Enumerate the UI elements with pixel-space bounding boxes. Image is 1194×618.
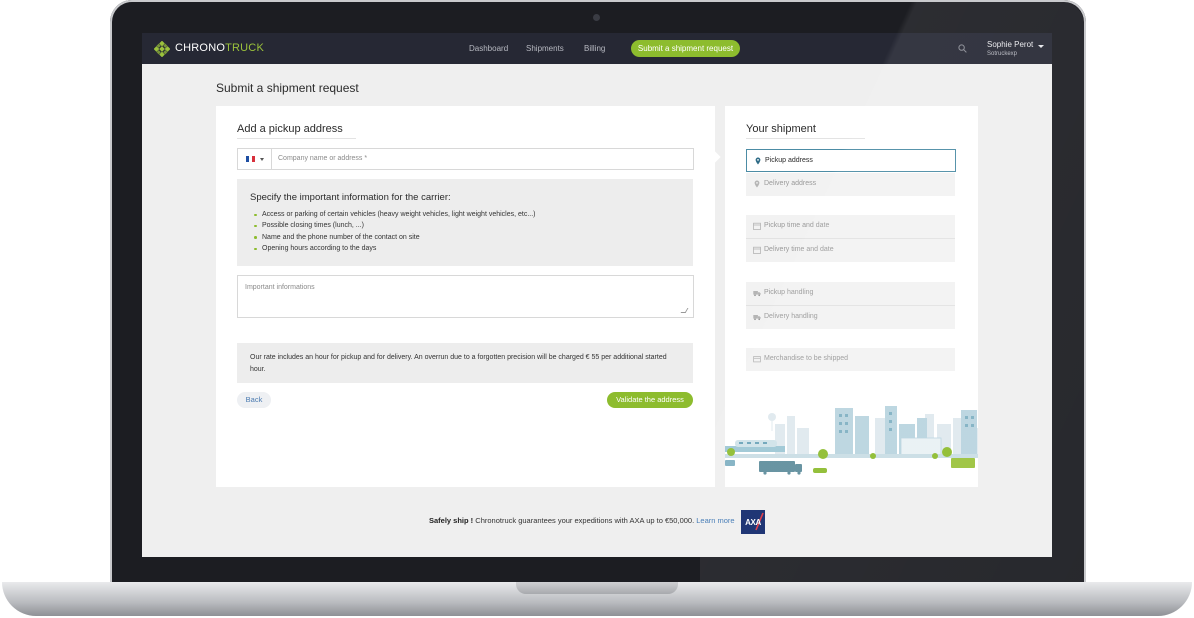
field-label: Pickup time and date	[764, 222, 830, 229]
submit-shipment-request-button[interactable]: Submit a shipment request	[631, 40, 740, 57]
user-name[interactable]: Sophie Perot	[987, 40, 1033, 49]
field-label: Pickup address	[765, 157, 813, 164]
page-title: Submit a shipment request	[216, 81, 359, 95]
calendar-icon	[753, 222, 761, 230]
pickup-handling-field[interactable]: Pickup handling	[746, 282, 955, 306]
shipment-summary-card: Your shipment Pickup address Delivery ad…	[725, 106, 978, 487]
pickup-card: Add a pickup address Company name or add…	[216, 106, 715, 487]
list-item: Name and the phone number of the contact…	[254, 232, 536, 243]
pickup-address-field[interactable]: Pickup address	[746, 149, 956, 172]
footer-bold: Safely ship !	[429, 516, 474, 525]
chevron-down-icon[interactable]	[1038, 45, 1044, 48]
delivery-time-field[interactable]: Delivery time and date	[746, 239, 955, 262]
camera-dot	[593, 14, 600, 21]
axa-badge-text: AXA	[745, 518, 761, 527]
rate-notice: Our rate includes an hour for pickup and…	[250, 354, 667, 373]
textarea-placeholder: Important informations	[245, 284, 315, 291]
address-placeholder: Company name or address *	[278, 155, 368, 162]
title-underline	[746, 138, 865, 139]
title-underline	[237, 138, 356, 139]
footer-text: Chronotruck guarantees your expeditions …	[473, 516, 697, 525]
carrier-info-box: Specify the important information for th…	[237, 179, 693, 266]
list-item: Opening hours according to the days	[254, 243, 536, 254]
nav-shipments[interactable]: Shipments	[526, 44, 564, 53]
calendar-icon	[753, 246, 761, 254]
back-button[interactable]: Back	[237, 392, 271, 408]
resize-handle-icon[interactable]	[680, 308, 689, 313]
pickup-time-field[interactable]: Pickup time and date	[746, 215, 955, 239]
pickup-section-title: Add a pickup address	[237, 123, 343, 135]
top-nav: CHRONOTRUCK Dashboard Shipments Billing …	[142, 33, 1052, 64]
delivery-address-field[interactable]: Delivery address	[746, 173, 955, 196]
field-label: Delivery address	[764, 180, 817, 187]
validate-address-button[interactable]: Validate the address	[607, 392, 693, 408]
field-label: Pickup handling	[764, 289, 814, 296]
address-input[interactable]: Company name or address *	[237, 148, 694, 170]
box-icon	[753, 356, 761, 363]
important-info-textarea[interactable]: Important informations	[237, 275, 694, 318]
field-label: Merchandise to be shipped	[764, 355, 849, 362]
insurance-footer: Safely ship ! Chronotruck guarantees you…	[429, 516, 735, 525]
divider	[271, 149, 272, 169]
learn-more-link[interactable]: Learn more	[696, 516, 734, 525]
user-company: Sotruckexp	[987, 51, 1018, 57]
pin-icon	[754, 180, 760, 188]
truck-icon	[753, 315, 761, 321]
delivery-handling-field[interactable]: Delivery handling	[746, 306, 955, 329]
laptop-notch	[516, 582, 678, 594]
rate-notice-box: Our rate includes an hour for pickup and…	[237, 343, 693, 383]
chronotruck-logo-icon[interactable]	[154, 41, 170, 57]
logo-text[interactable]: CHRONOTRUCK	[175, 42, 264, 54]
france-flag-icon[interactable]	[246, 156, 255, 162]
truck-icon	[753, 291, 761, 297]
screen: CHRONOTRUCK Dashboard Shipments Billing …	[142, 33, 1052, 557]
shipment-section-title: Your shipment	[746, 123, 816, 135]
list-item: Access or parking of certain vehicles (h…	[254, 209, 536, 220]
info-title: Specify the important information for th…	[250, 192, 451, 203]
info-list: Access or parking of certain vehicles (h…	[250, 209, 536, 255]
merchandise-field[interactable]: Merchandise to be shipped	[746, 348, 955, 371]
city-skyline-illustration	[725, 406, 978, 487]
search-icon[interactable]	[958, 44, 967, 53]
nav-billing[interactable]: Billing	[584, 44, 605, 53]
field-label: Delivery time and date	[764, 246, 834, 253]
chevron-down-icon[interactable]	[260, 158, 264, 161]
field-label: Delivery handling	[764, 313, 818, 320]
list-item: Possible closing times (lunch, ...)	[254, 220, 536, 231]
pin-icon	[755, 157, 761, 165]
axa-logo: AXA	[741, 510, 765, 534]
nav-dashboard[interactable]: Dashboard	[469, 44, 508, 53]
